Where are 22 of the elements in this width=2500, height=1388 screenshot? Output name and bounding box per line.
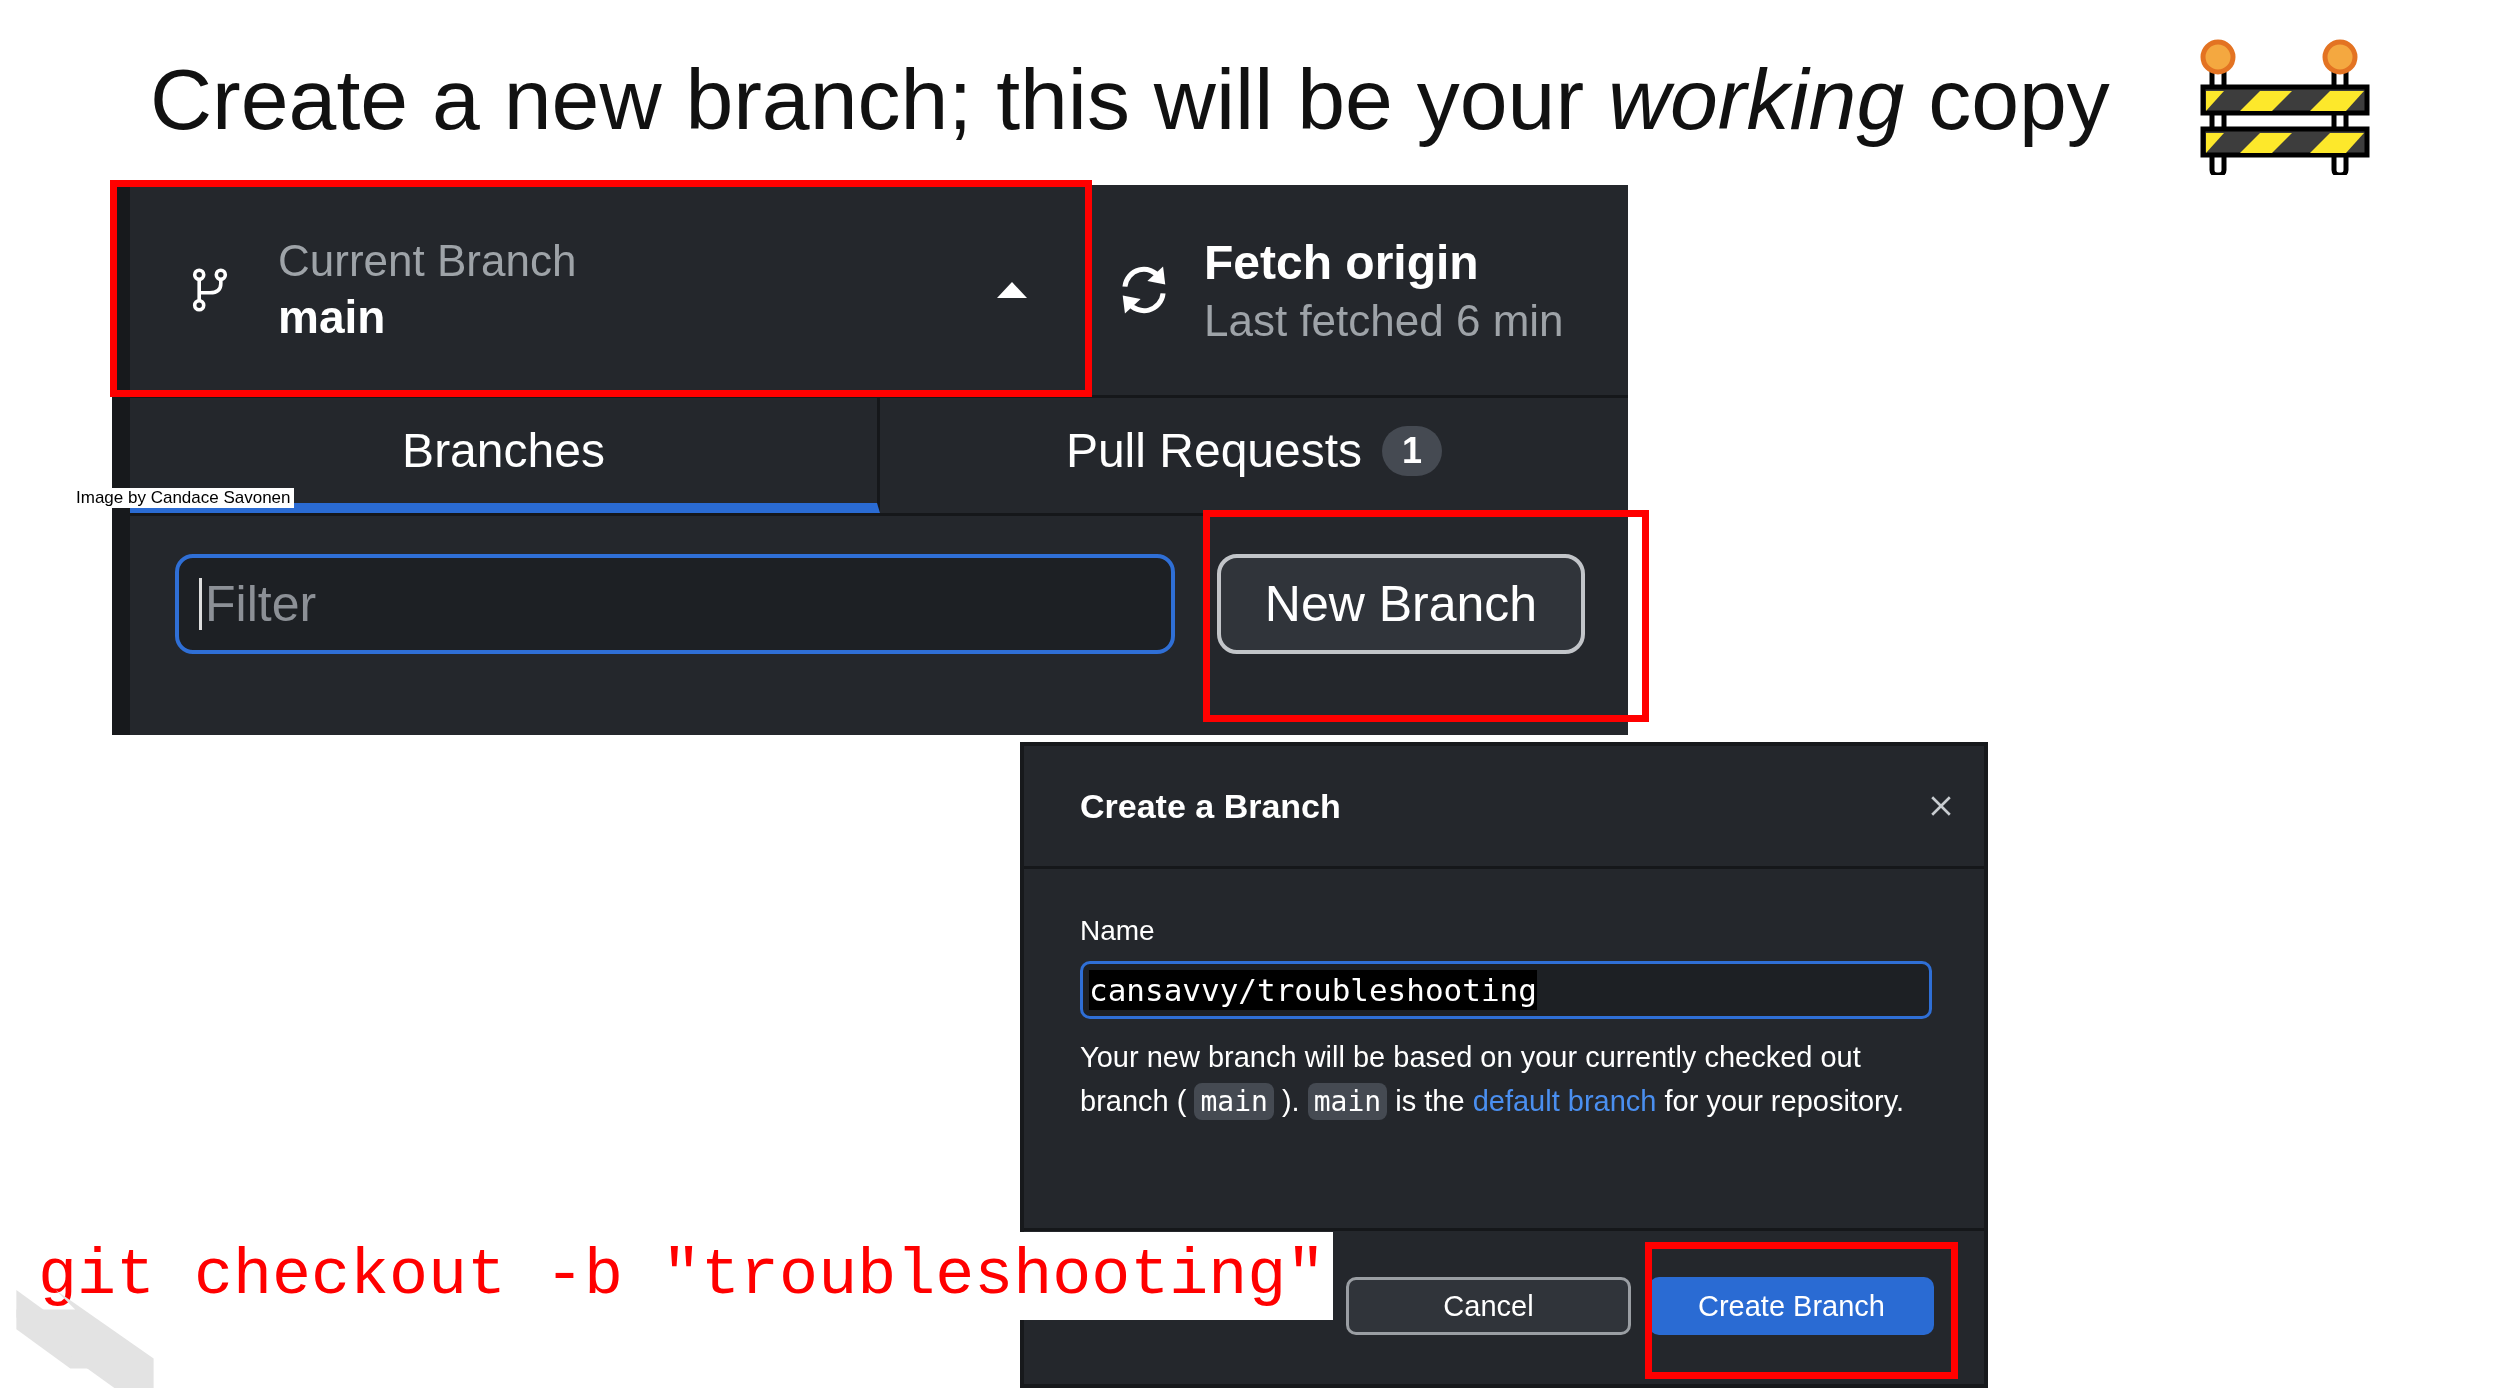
dialog-title: Create a Branch	[1080, 786, 1341, 826]
cancel-button[interactable]: Cancel	[1346, 1277, 1631, 1335]
default-branch-link[interactable]: default branch	[1472, 1085, 1657, 1117]
description-text: Your new branch will be based on your currently checked out branch ( main ). main is the default branch for your repository.	[1080, 1040, 1906, 1122]
fetch-title: Fetch origin	[1204, 234, 1480, 290]
branch-name: main	[278, 290, 387, 344]
current-branch-button[interactable]: Current Branch main	[130, 185, 1090, 395]
filter-field[interactable]: Filter	[175, 554, 1175, 654]
count-badge: 1	[1382, 425, 1443, 476]
caret-icon	[997, 282, 1027, 298]
branch-icon	[192, 267, 228, 313]
tab[interactable]: Pull Requests 1	[880, 398, 1628, 513]
current-branch-label: Current Branch	[278, 236, 578, 286]
new-branch-button[interactable]: New Branch	[1217, 554, 1585, 654]
create-branch-button[interactable]: Create Branch	[1649, 1277, 1934, 1335]
close-icon[interactable]	[1930, 795, 1952, 817]
text-cursor	[199, 578, 202, 630]
fetch-origin-button[interactable]: Fetch origin Last fetched 6 min	[1090, 185, 1628, 395]
fetch-status: Last fetched 6 min	[1204, 295, 1564, 346]
name-field[interactable]: cansavvy/troubleshooting	[1080, 961, 1932, 1019]
field-label: Name	[1080, 915, 1156, 947]
slide-title: Create a new branch; this will be your working copy	[150, 50, 2110, 149]
